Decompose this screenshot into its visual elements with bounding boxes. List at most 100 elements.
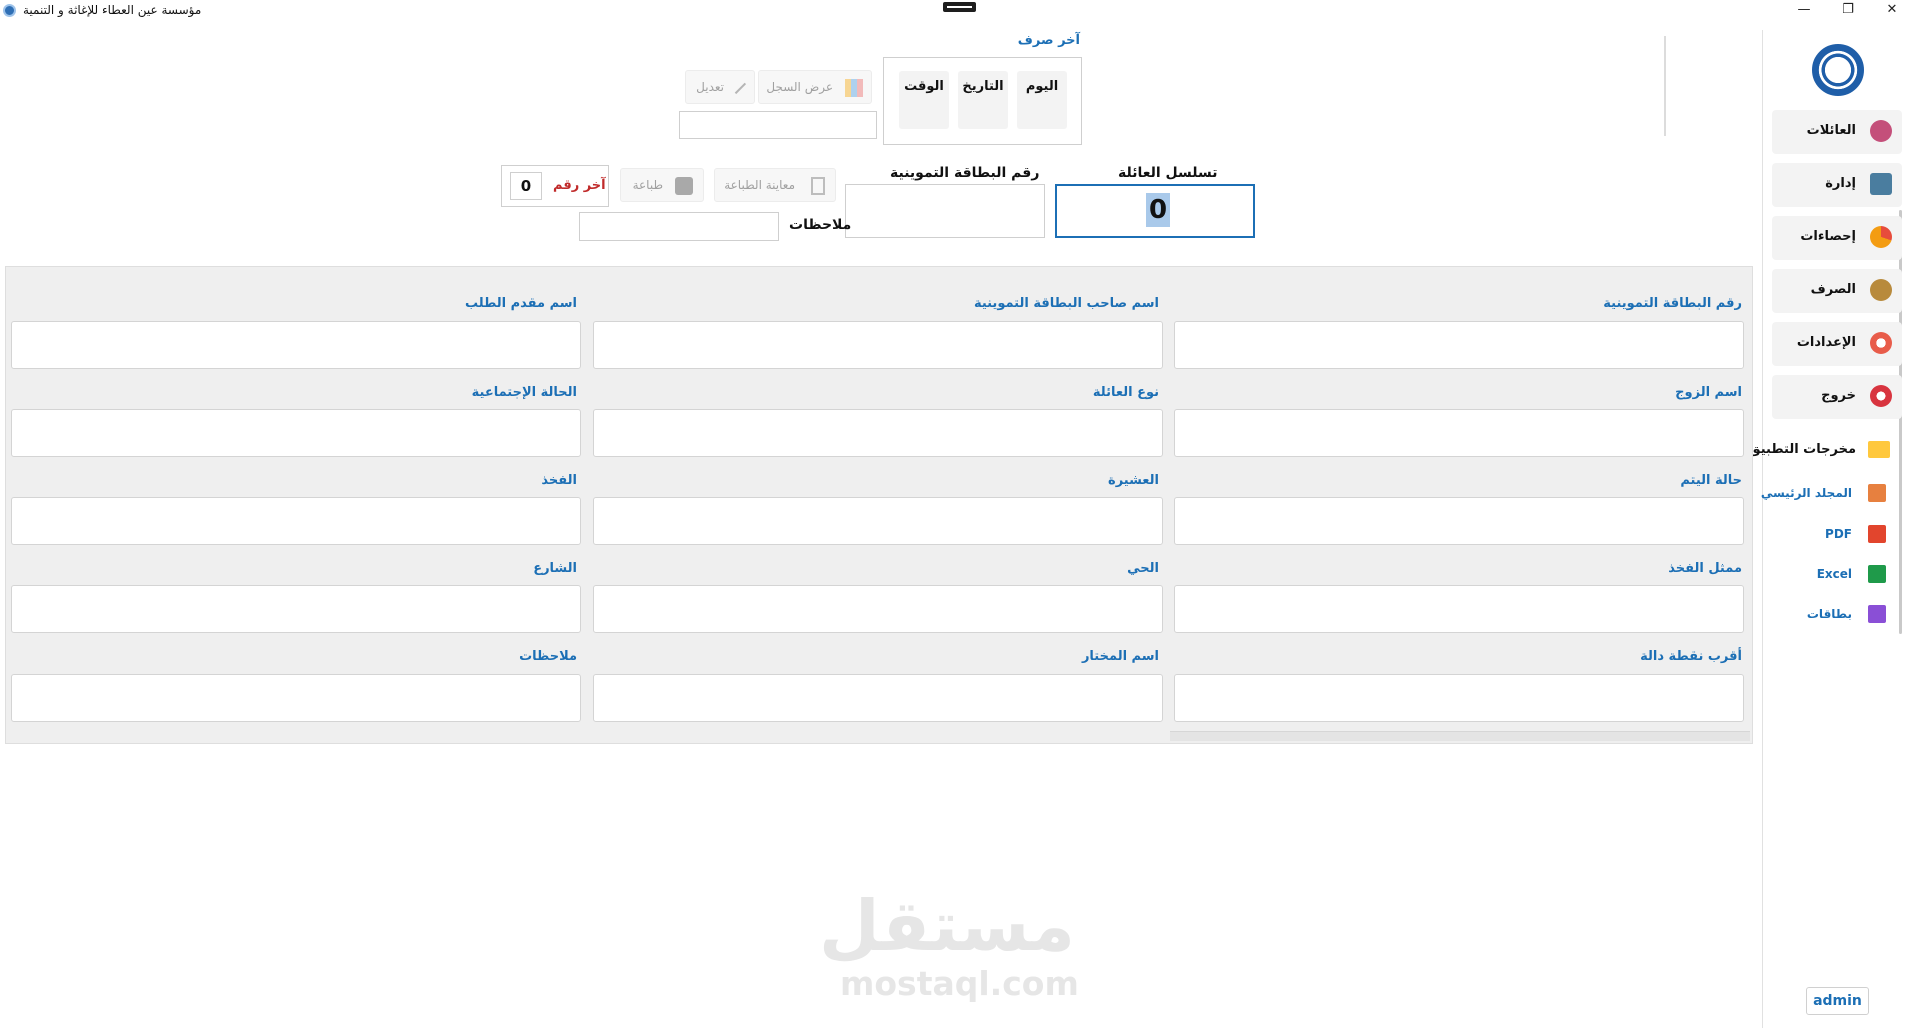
field-label: العشيرة xyxy=(1108,473,1159,488)
notes-label: ملاحظات xyxy=(789,217,852,233)
output-pdf[interactable]: PDF xyxy=(1772,522,1902,546)
last-date: التاريخ xyxy=(958,71,1008,129)
print-preview-label: معاينة الطباعة xyxy=(724,178,795,192)
field-label: ملاحظات xyxy=(519,649,577,664)
sidebar-item-label: الإعدادات xyxy=(1796,335,1856,350)
sidebar-item-statistics[interactable]: إحصاءات xyxy=(1772,216,1902,260)
money-hand-icon xyxy=(1870,279,1892,301)
field-label: أقرب نقطة دالة xyxy=(1640,649,1742,664)
notes-field[interactable] xyxy=(11,674,581,722)
watermark-latin: mostaql.com xyxy=(840,964,1079,1003)
sidebar-item-label: الصرف xyxy=(1810,282,1856,297)
field-label: نوع العائلة xyxy=(1092,385,1159,400)
view-log-button[interactable]: عرض السجل xyxy=(758,70,872,104)
field-label: حالة اليتم xyxy=(1680,473,1742,488)
current-user-badge[interactable]: admin xyxy=(1806,987,1869,1015)
home-folder-icon xyxy=(1868,484,1886,502)
orphan-status-field[interactable] xyxy=(1174,497,1744,545)
field-label: اسم مقدم الطلب xyxy=(465,296,577,311)
sidebar-item-management[interactable]: إدارة xyxy=(1772,163,1902,207)
field-label: اسم المختار xyxy=(1081,649,1159,664)
organization-logo xyxy=(1812,44,1864,96)
field-label: الشارع xyxy=(533,561,577,576)
restore-button[interactable]: ❐ xyxy=(1826,0,1870,22)
output-label: المجلد الرئيسي xyxy=(1760,486,1852,500)
print-button[interactable]: طباعة xyxy=(620,168,704,202)
sidebar-item-label: العائلات xyxy=(1806,123,1856,138)
sidebar-item-label: إدارة xyxy=(1825,176,1856,191)
last-day: اليوم xyxy=(1017,71,1067,129)
mukhtar-name-field[interactable] xyxy=(593,674,1163,722)
app-icon xyxy=(3,4,16,17)
exit-icon xyxy=(1870,385,1892,407)
family-seq-label: تسلسل العائلة xyxy=(1118,165,1218,181)
clan-field[interactable] xyxy=(593,497,1163,545)
close-button[interactable]: ✕ xyxy=(1870,0,1914,22)
log-search-input[interactable] xyxy=(679,111,877,139)
output-label: PDF xyxy=(1825,527,1852,541)
print-preview-button[interactable]: معاينة الطباعة xyxy=(714,168,836,202)
applicant-name-field[interactable] xyxy=(11,321,581,369)
sidebar-item-settings[interactable]: الإعدادات xyxy=(1772,322,1902,366)
panel-scrollbar[interactable] xyxy=(1170,731,1750,741)
minimize-button[interactable]: — xyxy=(1782,0,1826,22)
field-label: الحي xyxy=(1127,561,1159,576)
notes-search-input[interactable] xyxy=(579,212,779,241)
street-field[interactable] xyxy=(11,585,581,633)
marital-status-field[interactable] xyxy=(11,409,581,457)
app-outputs-header: مخرجات التطبيق xyxy=(1749,438,1902,462)
pdf-icon xyxy=(1868,525,1886,543)
last-time: الوقت xyxy=(899,71,949,129)
window-title: مؤسسة عين العطاء للإغاثة و التنمية xyxy=(23,3,202,17)
excel-icon xyxy=(1868,565,1886,583)
card-owner-name-field[interactable] xyxy=(593,321,1163,369)
graduation-cap-icon xyxy=(1870,173,1892,195)
folder-icon xyxy=(1868,441,1890,458)
last-number-label: آخر رقم xyxy=(553,178,606,193)
field-label: اسم صاحب البطاقة التموينية xyxy=(973,296,1159,311)
field-label: الحالة الإجتماعية xyxy=(471,385,577,400)
sub-clan-representative-field[interactable] xyxy=(1174,585,1744,633)
drag-handle[interactable] xyxy=(943,2,976,12)
sidebar-item-exit[interactable]: خروج xyxy=(1772,375,1902,419)
nearest-landmark-field[interactable] xyxy=(1174,674,1744,722)
view-log-label: عرض السجل xyxy=(766,80,833,94)
print-preview-icon xyxy=(811,177,825,195)
last-number-value: 0 xyxy=(510,172,542,200)
gear-icon xyxy=(1870,332,1892,354)
pencil-icon xyxy=(731,79,747,95)
title-bar: مؤسسة عين العطاء للإغاثة و التنمية — ❐ ✕ xyxy=(0,0,1914,22)
output-cards[interactable]: بطاقات xyxy=(1772,602,1902,626)
divider xyxy=(1664,36,1666,136)
neighborhood-field[interactable] xyxy=(593,585,1163,633)
field-label: الفخذ xyxy=(541,473,577,488)
spouse-name-field[interactable] xyxy=(1174,409,1744,457)
field-label: ممثل الفخذ xyxy=(1668,561,1742,576)
app-outputs-label: مخرجات التطبيق xyxy=(1749,442,1856,457)
ration-card-number-field[interactable] xyxy=(1174,321,1744,369)
print-label: طباعة xyxy=(632,178,663,192)
sidebar-item-families[interactable]: العائلات xyxy=(1772,110,1902,154)
sidebar-item-label: خروج xyxy=(1821,388,1856,403)
output-label: بطاقات xyxy=(1806,607,1852,621)
output-main-folder[interactable]: المجلد الرئيسي xyxy=(1761,481,1902,505)
sidebar-item-label: إحصاءات xyxy=(1800,229,1856,244)
pie-chart-icon xyxy=(1870,226,1892,248)
family-type-field[interactable] xyxy=(593,409,1163,457)
ration-card-input[interactable] xyxy=(845,184,1045,238)
output-excel[interactable]: Excel xyxy=(1772,562,1902,586)
watermark-arabic: مستقل xyxy=(818,885,1075,967)
printer-icon xyxy=(675,177,693,195)
sidebar-item-disbursement[interactable]: الصرف xyxy=(1772,269,1902,313)
edit-button[interactable]: تعديل xyxy=(685,70,755,104)
ration-card-label: رقم البطاقة التموينية xyxy=(890,165,1040,181)
field-label: رقم البطاقة التموينية xyxy=(1603,296,1742,311)
id-card-icon xyxy=(1868,605,1886,623)
log-icon xyxy=(845,79,863,97)
sub-clan-field[interactable] xyxy=(11,497,581,545)
last-disbursement-title: آخر صرف xyxy=(1017,33,1080,48)
output-label: Excel xyxy=(1816,567,1852,581)
field-label: اسم الزوج xyxy=(1675,385,1742,400)
edit-label: تعديل xyxy=(696,80,724,94)
family-seq-value: 0 xyxy=(1146,193,1171,227)
